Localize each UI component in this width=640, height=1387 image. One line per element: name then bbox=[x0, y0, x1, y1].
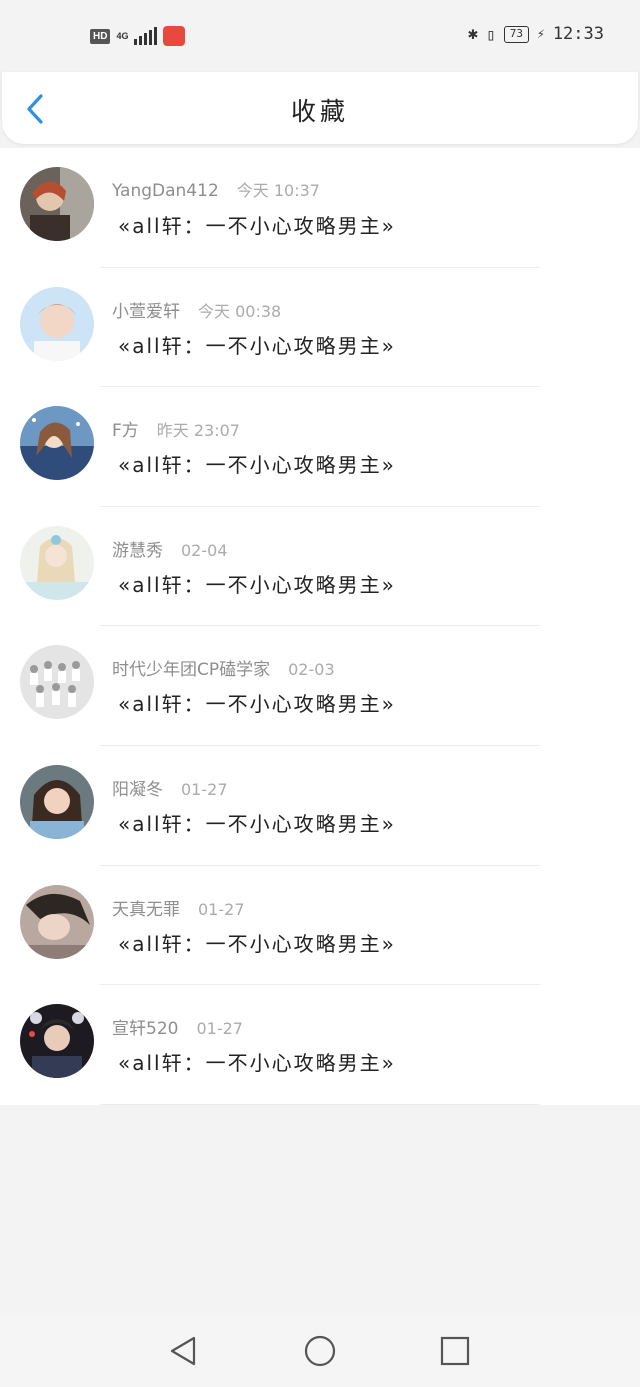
item-meta: 阳凝冬 01-27 bbox=[112, 775, 228, 800]
avatar[interactable] bbox=[20, 525, 94, 600]
username[interactable]: 宣轩520 bbox=[112, 1019, 178, 1039]
timestamp: 01-27 bbox=[196, 1019, 243, 1039]
status-time: 12:33 bbox=[552, 24, 604, 44]
status-bar: HD 4G ✱ ▯ 73 ⚡ 12:33 bbox=[0, 0, 640, 72]
item-meta: 宣轩520 01-27 bbox=[112, 1014, 243, 1039]
username[interactable]: 游慧秀 bbox=[112, 541, 163, 561]
network-type: 4G bbox=[116, 30, 129, 41]
square-recent-icon bbox=[440, 1336, 470, 1366]
timestamp: 今天 10:37 bbox=[236, 181, 320, 200]
signal-icon bbox=[134, 27, 158, 45]
avatar[interactable] bbox=[20, 764, 94, 839]
hd-badge: HD bbox=[90, 28, 111, 44]
item-meta: 小萱爱轩 今天 00:38 bbox=[112, 297, 281, 322]
page-title: 收藏 bbox=[290, 97, 349, 126]
system-navigation-bar bbox=[0, 1316, 640, 1387]
timestamp: 02-04 bbox=[181, 540, 228, 560]
username[interactable]: 天真无罪 bbox=[112, 900, 180, 920]
timestamp: 02-03 bbox=[288, 660, 335, 680]
list-item[interactable]: 时代少年团CP磕学家 02-03 «all轩：一不小心攻略男主» bbox=[0, 626, 640, 746]
avatar[interactable] bbox=[20, 406, 94, 481]
username[interactable]: 小萱爱轩 bbox=[112, 302, 180, 322]
avatar[interactable] bbox=[20, 167, 94, 241]
charging-icon: ⚡ bbox=[536, 26, 545, 42]
item-content[interactable]: «all轩：一不小心攻略男主» bbox=[118, 569, 396, 598]
item-content[interactable]: «all轩：一不小心攻略男主» bbox=[118, 808, 396, 837]
list-item[interactable]: 宣轩520 01-27 «all轩：一不小心攻略男主» bbox=[0, 985, 640, 1105]
item-meta: YangDan412 今天 10:37 bbox=[112, 177, 320, 201]
list-item[interactable]: 游慧秀 02-04 «all轩：一不小心攻略男主» bbox=[0, 507, 640, 627]
circle-home-icon bbox=[304, 1335, 336, 1367]
avatar[interactable] bbox=[20, 645, 94, 720]
avatar[interactable] bbox=[20, 286, 94, 361]
list-item[interactable]: 阳凝冬 01-27 «all轩：一不小心攻略男主» bbox=[0, 746, 640, 866]
list-item[interactable]: 小萱爱轩 今天 00:38 «all轩：一不小心攻略男主» bbox=[0, 268, 640, 388]
username[interactable]: F方 bbox=[112, 421, 139, 441]
item-content[interactable]: «all轩：一不小心攻略男主» bbox=[118, 449, 396, 478]
username[interactable]: 阳凝冬 bbox=[112, 780, 163, 800]
status-right: ✱ ▯ 73 ⚡ 12:33 bbox=[468, 24, 604, 44]
avatar[interactable] bbox=[20, 884, 94, 959]
favorites-list: YangDan412 今天 10:37 «all轩：一不小心攻略男主» 小萱爱轩今… bbox=[0, 148, 640, 1105]
avatar[interactable] bbox=[20, 1004, 94, 1079]
nav-back-button[interactable] bbox=[166, 1334, 200, 1368]
app-notification-icon bbox=[163, 26, 186, 46]
item-content[interactable]: «all轩：一不小心攻略男主» bbox=[118, 210, 396, 239]
list-item[interactable]: YangDan412 今天 10:37 «all轩：一不小心攻略男主» bbox=[0, 148, 640, 268]
header: 收藏 bbox=[2, 72, 638, 144]
status-left: HD 4G bbox=[90, 26, 186, 46]
timestamp: 今天 00:38 bbox=[198, 301, 282, 321]
battery-level: 73 bbox=[503, 25, 529, 43]
timestamp: 01-27 bbox=[181, 779, 228, 799]
bluetooth-icon: ✱ bbox=[467, 24, 479, 44]
username[interactable]: 时代少年团CP磕学家 bbox=[112, 660, 270, 680]
item-content[interactable]: «all轩：一不小心攻略男主» bbox=[118, 330, 396, 359]
item-meta: 时代少年团CP磕学家 02-03 bbox=[112, 655, 335, 680]
list-item[interactable]: F方 昨天 23:07 «all轩：一不小心攻略男主» bbox=[0, 387, 640, 507]
username[interactable]: YangDan412 bbox=[112, 181, 219, 201]
triangle-back-icon bbox=[170, 1336, 196, 1366]
item-content[interactable]: «all轩：一不小心攻略男主» bbox=[118, 1047, 396, 1076]
list-item[interactable]: 天真无罪 01-27 «all轩：一不小心攻略男主» bbox=[0, 866, 640, 986]
nav-home-button[interactable] bbox=[303, 1334, 337, 1368]
item-content[interactable]: «all轩：一不小心攻略男主» bbox=[118, 688, 396, 717]
item-meta: 天真无罪 01-27 bbox=[112, 895, 245, 920]
nav-recent-button[interactable] bbox=[438, 1334, 472, 1368]
item-meta: F方 昨天 23:07 bbox=[112, 416, 240, 441]
item-content[interactable]: «all轩：一不小心攻略男主» bbox=[118, 928, 396, 957]
vibrate-icon: ▯ bbox=[486, 24, 496, 44]
timestamp: 昨天 23:07 bbox=[156, 421, 240, 441]
timestamp: 01-27 bbox=[198, 899, 245, 919]
item-meta: 游慧秀 02-04 bbox=[112, 536, 228, 561]
